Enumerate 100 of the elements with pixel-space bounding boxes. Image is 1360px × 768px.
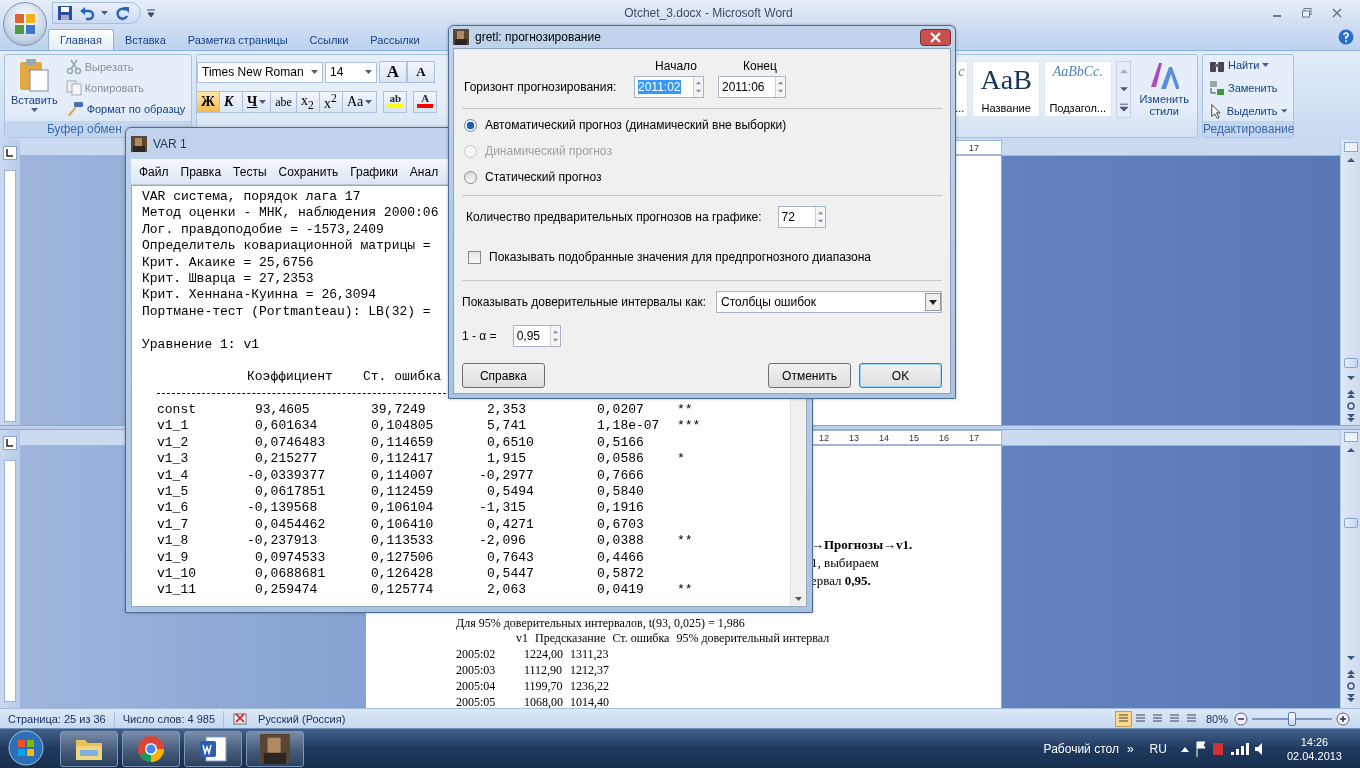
editing-button[interactable]: Найти bbox=[1207, 55, 1289, 75]
format-button[interactable]: К bbox=[219, 91, 243, 113]
interval-dropdown[interactable]: Столбцы ошибок bbox=[716, 291, 942, 313]
spin-arrows-icon[interactable] bbox=[775, 77, 785, 97]
taskbar-button[interactable] bbox=[122, 730, 180, 767]
redo-icon[interactable] bbox=[114, 5, 130, 21]
caret-icon bbox=[101, 11, 108, 15]
font-color-button[interactable]: A bbox=[413, 91, 438, 113]
format-button[interactable]: Aa bbox=[341, 91, 378, 113]
lines-icon bbox=[1117, 713, 1129, 724]
word-count[interactable]: Число слов: 4 985 bbox=[114, 710, 225, 727]
zoom-thumb[interactable] bbox=[1288, 711, 1296, 726]
radio-option[interactable]: Статический прогноз bbox=[462, 164, 942, 190]
view-button[interactable] bbox=[1114, 710, 1132, 727]
page-count[interactable]: Страница: 25 из 36 bbox=[0, 710, 115, 727]
table-cell-text: 0,106104 bbox=[371, 500, 435, 517]
zoom-out-icon[interactable] bbox=[1234, 711, 1248, 726]
table-cell-text: 0,126428 bbox=[371, 566, 435, 583]
grow-font-button[interactable]: A bbox=[379, 61, 407, 83]
scissors-icon bbox=[65, 59, 82, 75]
change-styles-button[interactable]: Изменить стили bbox=[1135, 61, 1193, 118]
ribbon-tab[interactable]: Ссылки bbox=[298, 30, 360, 50]
checkbox[interactable] bbox=[468, 250, 481, 264]
table-cell-text: 0,1916 bbox=[597, 500, 645, 517]
zoom-level[interactable]: 80% bbox=[1205, 712, 1228, 725]
ribbon-tab[interactable]: Рассылки bbox=[359, 30, 431, 50]
checkbox-option[interactable]: Показывать подобранные значения для предпрогнозного диапазона bbox=[466, 244, 942, 270]
table-cell-text: -0,0339377 bbox=[247, 467, 326, 485]
menu-item[interactable]: Сохранить bbox=[272, 164, 345, 179]
taskbar-button[interactable] bbox=[246, 730, 304, 767]
spin-arrows-icon[interactable] bbox=[814, 207, 825, 227]
table-cell-text: 0,0388 bbox=[597, 533, 645, 550]
style-card[interactable]: AaB Название bbox=[972, 61, 1040, 117]
format-button[interactable]: x$_{2}$ bbox=[295, 91, 320, 113]
zoom-in-icon[interactable] bbox=[1336, 711, 1350, 726]
clock[interactable]: 14:26 02.04.2013 bbox=[1286, 734, 1342, 763]
spin-arrows-icon[interactable] bbox=[693, 77, 703, 97]
table-header: v1 bbox=[516, 631, 528, 646]
clipboard-button[interactable]: Формат по образцу bbox=[63, 100, 188, 118]
tab-selector-icon[interactable] bbox=[3, 146, 17, 160]
column-header: Ст. ошибка bbox=[363, 369, 442, 386]
close-button[interactable] bbox=[920, 28, 951, 46]
format-button[interactable]: Ж bbox=[196, 91, 220, 113]
gallery-scroller[interactable] bbox=[1115, 61, 1132, 118]
editing-button[interactable]: Выделить bbox=[1207, 101, 1289, 121]
table-cell-text: 0,112417 bbox=[371, 451, 435, 468]
maximize-icon[interactable] bbox=[1302, 8, 1312, 18]
close-icon[interactable] bbox=[1332, 8, 1342, 18]
table-cell-text: 0,5447 bbox=[487, 566, 535, 583]
tab-selector-icon[interactable] bbox=[3, 436, 17, 450]
language-indicator[interactable]: RU bbox=[1149, 741, 1167, 756]
ribbon-tab[interactable]: Главная bbox=[48, 29, 114, 50]
paste-button[interactable]: Вставить bbox=[9, 58, 60, 118]
table-cell-text: v1_5 bbox=[157, 484, 190, 501]
format-button[interactable]: x$^{2}$ bbox=[318, 91, 343, 113]
spin-field[interactable]: 0,95 bbox=[512, 325, 561, 347]
office-logo-icon[interactable] bbox=[13, 12, 37, 36]
font-name-field[interactable]: Times New Roman bbox=[197, 61, 323, 83]
format-button[interactable]: Ч bbox=[242, 91, 272, 113]
menu-item[interactable]: Тесты bbox=[227, 164, 273, 179]
table-cell-text: 2,063 bbox=[487, 582, 527, 599]
editing-button[interactable]: Заменить bbox=[1207, 78, 1289, 98]
font-size-field[interactable]: 14 bbox=[325, 61, 377, 83]
spin-field[interactable]: 2011:06 bbox=[718, 76, 786, 98]
undo-icon[interactable] bbox=[79, 5, 95, 21]
menu-item[interactable]: Анал bbox=[403, 164, 445, 179]
taskbar-button[interactable] bbox=[184, 730, 242, 767]
radio-option[interactable]: Автоматический прогноз (динамический вне выборки) bbox=[462, 112, 942, 138]
spin-arrows-icon[interactable] bbox=[549, 326, 560, 346]
customize-icon[interactable] bbox=[147, 9, 155, 17]
start-icon[interactable] bbox=[8, 729, 44, 766]
help-icon[interactable] bbox=[1338, 28, 1354, 45]
output-line: Определитель ковариационной матрицы = bbox=[142, 238, 431, 255]
ribbon-tab[interactable]: Разметка страницы bbox=[176, 30, 299, 50]
style-card[interactable]: AaBbCc. Подзагол... bbox=[1043, 61, 1112, 117]
group-label: Редактирование bbox=[1203, 121, 1293, 137]
radio-button[interactable] bbox=[464, 170, 477, 184]
dialog-button[interactable]: Отменить bbox=[768, 363, 851, 388]
shrink-font-button[interactable]: A bbox=[407, 61, 435, 83]
dropdown-icon bbox=[925, 293, 941, 311]
desktop-label[interactable]: Рабочий стол bbox=[1043, 741, 1119, 756]
dialog-button[interactable]: Справка bbox=[462, 363, 545, 388]
window-title: gretl: прогнозирование bbox=[475, 30, 601, 44]
menu-item[interactable]: Файл bbox=[133, 164, 175, 179]
scroll-thumb[interactable] bbox=[1343, 358, 1358, 368]
ribbon-tab[interactable]: Вставка bbox=[113, 30, 177, 50]
toolbar-expand[interactable]: » bbox=[1126, 741, 1134, 756]
spin-field[interactable]: 72 bbox=[777, 206, 826, 228]
format-button[interactable]: abe bbox=[270, 91, 297, 113]
menu-item[interactable]: Графики bbox=[344, 164, 404, 179]
radio-button[interactable] bbox=[464, 118, 477, 132]
menu-item[interactable]: Правка bbox=[174, 164, 228, 179]
table-cell-text: 0,0688681 bbox=[255, 566, 327, 583]
dialog-button[interactable]: OK bbox=[859, 363, 942, 388]
highlight-button[interactable]: ab bbox=[383, 91, 408, 113]
language[interactable]: Русский (Россия) bbox=[258, 710, 346, 727]
taskbar-button[interactable] bbox=[60, 730, 118, 767]
table-cell-text: 1199,70 bbox=[524, 678, 564, 694]
save-icon[interactable] bbox=[57, 5, 73, 21]
scroll-thumb[interactable] bbox=[1343, 518, 1358, 528]
